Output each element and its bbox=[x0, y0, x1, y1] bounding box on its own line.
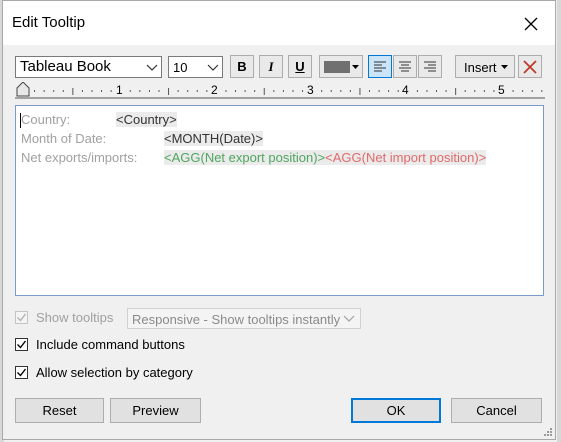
allow-selection-option[interactable]: Allow selection by category bbox=[15, 365, 193, 380]
align-left-icon bbox=[374, 61, 386, 72]
preview-button[interactable]: Preview bbox=[110, 398, 201, 423]
insert-menu-button[interactable]: Insert bbox=[455, 55, 515, 78]
alignment-group bbox=[368, 55, 443, 78]
font-family-value: Tableau Book bbox=[20, 58, 111, 75]
net-import-field: <AGG(Net import position)> bbox=[325, 150, 487, 165]
ruler-number: 4 bbox=[402, 83, 409, 97]
ruler-number: 3 bbox=[307, 83, 314, 97]
background-window-edge bbox=[557, 0, 561, 442]
italic-button[interactable]: I bbox=[259, 55, 283, 78]
field-label: Country: bbox=[21, 112, 71, 127]
indent-marker bbox=[16, 82, 30, 97]
tooltip-mode-dropdown: Responsive - Show tooltips instantly bbox=[127, 308, 361, 329]
allow-selection-label: Allow selection by category bbox=[36, 365, 193, 380]
ok-button[interactable]: OK bbox=[351, 398, 441, 423]
ruler: 1 2 3 4 5 bbox=[15, 82, 545, 100]
include-command-buttons-label: Include command buttons bbox=[36, 337, 185, 352]
include-command-buttons-checkbox[interactable] bbox=[15, 338, 28, 351]
ruler-ticks bbox=[15, 82, 545, 99]
reset-button[interactable]: Reset bbox=[15, 398, 104, 423]
font-size-dropdown[interactable]: 10 bbox=[168, 56, 223, 78]
checkmark-icon bbox=[17, 340, 27, 349]
clear-x-icon bbox=[523, 59, 537, 74]
field-token-group: <AGG(Net export position)><AGG(Net impor… bbox=[164, 150, 487, 165]
chevron-down-icon bbox=[207, 64, 219, 71]
field-token: <Country> bbox=[116, 112, 177, 127]
show-tooltips-option: Show tooltips bbox=[15, 310, 113, 325]
title-bar: Edit Tooltip bbox=[3, 1, 555, 45]
close-button[interactable] bbox=[515, 10, 547, 38]
align-right-button[interactable] bbox=[418, 55, 442, 78]
font-family-dropdown[interactable]: Tableau Book bbox=[15, 56, 162, 78]
cancel-button[interactable]: Cancel bbox=[451, 398, 542, 423]
tooltip-mode-value: Responsive - Show tooltips instantly bbox=[132, 312, 341, 327]
checkmark-icon bbox=[17, 368, 27, 377]
underline-button[interactable]: U bbox=[288, 55, 312, 78]
align-right-icon bbox=[424, 61, 436, 72]
field-token: <MONTH(Date)> bbox=[164, 131, 263, 146]
align-center-icon bbox=[399, 61, 411, 72]
close-icon bbox=[524, 17, 538, 31]
net-export-field: <AGG(Net export position)> bbox=[164, 150, 326, 165]
clear-button[interactable] bbox=[518, 55, 542, 78]
edit-tooltip-dialog: Edit Tooltip Tableau Book 10 B I U Inser… bbox=[2, 0, 556, 440]
ruler-number: 2 bbox=[211, 83, 218, 97]
resize-grip-icon[interactable] bbox=[541, 425, 553, 437]
ruler-number: 1 bbox=[116, 83, 123, 97]
font-size-value: 10 bbox=[173, 60, 188, 75]
checkmark-icon bbox=[17, 313, 27, 322]
allow-selection-checkbox[interactable] bbox=[15, 366, 28, 379]
dropdown-arrow-icon bbox=[501, 65, 508, 69]
bold-button[interactable]: B bbox=[230, 55, 254, 78]
chevron-down-icon bbox=[146, 64, 158, 71]
field-label: Month of Date: bbox=[21, 131, 107, 146]
dropdown-arrow-icon bbox=[352, 65, 359, 69]
chevron-down-icon bbox=[343, 315, 355, 322]
field-label: Net exports/imports: bbox=[21, 150, 138, 165]
dialog-title: Edit Tooltip bbox=[12, 14, 86, 31]
show-tooltips-checkbox bbox=[15, 311, 28, 324]
tooltip-editor[interactable]: Country: <Country> Month of Date: <MONTH… bbox=[15, 105, 544, 296]
show-tooltips-label: Show tooltips bbox=[36, 310, 114, 325]
color-swatch bbox=[324, 61, 350, 73]
align-left-button[interactable] bbox=[368, 55, 392, 78]
align-center-button[interactable] bbox=[393, 55, 417, 78]
text-color-button[interactable] bbox=[319, 55, 363, 78]
ruler-number: 5 bbox=[498, 83, 505, 97]
insert-label: Insert bbox=[464, 60, 497, 75]
include-command-buttons-option[interactable]: Include command buttons bbox=[15, 337, 185, 352]
